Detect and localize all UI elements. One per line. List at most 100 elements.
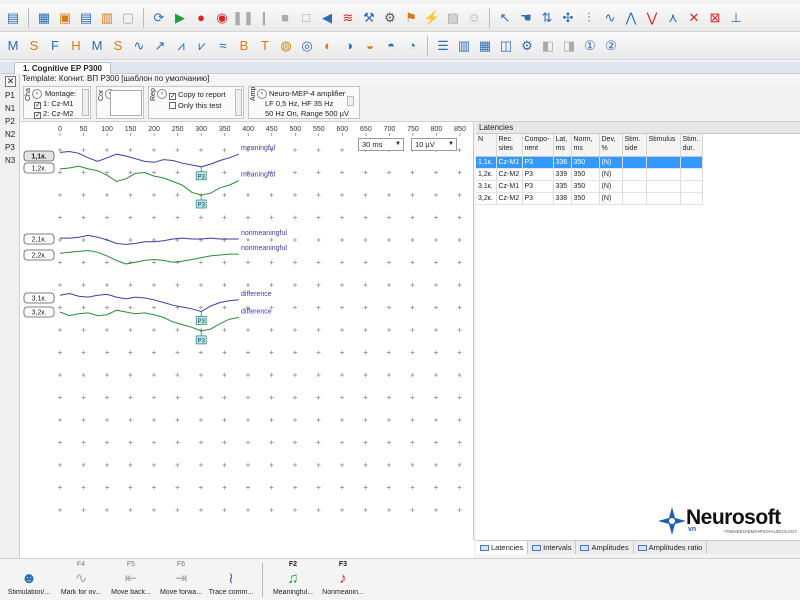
marker-f-icon[interactable]: F xyxy=(46,37,64,55)
record-icon[interactable]: ● xyxy=(192,9,210,27)
table-row[interactable]: 1,1к. Cz-M1 P3 336 350 (N) xyxy=(476,156,703,169)
wave-br-icon[interactable]: B xyxy=(235,37,253,55)
wave-tf-icon[interactable]: T xyxy=(256,37,274,55)
speaker-icon[interactable]: ◀ xyxy=(318,9,336,27)
chart-icon[interactable]: ▨ xyxy=(444,9,462,27)
col-n[interactable]: N xyxy=(476,134,497,157)
arrows-icon[interactable]: ⇅ xyxy=(538,9,556,27)
wave-a-icon[interactable]: ∿ xyxy=(130,37,148,55)
wave-b-icon[interactable]: ↗ xyxy=(151,37,169,55)
col-stim-dur[interactable]: Stim. dur. xyxy=(680,134,703,157)
wave-i-icon[interactable]: ◐ xyxy=(319,37,337,55)
col-lat[interactable]: Lat, ms xyxy=(553,134,572,157)
number-icon[interactable]: ① xyxy=(581,37,599,55)
montage-prev-button[interactable]: ‹ xyxy=(32,89,42,99)
cross-icon[interactable]: ✣ xyxy=(559,9,577,27)
tools-icon[interactable]: ⚑ xyxy=(402,9,420,27)
wave-d-icon[interactable]: ⩗ xyxy=(193,37,211,55)
component-label-n1[interactable]: N1 xyxy=(5,104,15,113)
stimulus-icon[interactable]: ◉ xyxy=(213,9,231,27)
page2-icon[interactable]: ◨ xyxy=(560,37,578,55)
col-dev[interactable]: Dev, % xyxy=(599,134,623,157)
wave3-icon[interactable]: ⋀ xyxy=(622,9,640,27)
move-forward-button[interactable]: F6 ⇥ Move forwa... xyxy=(156,561,206,596)
move-back-button[interactable]: F5 ⇤ Move back... xyxy=(106,561,156,596)
wave7-icon[interactable]: ⊠ xyxy=(706,9,724,27)
only-this-test-checkbox[interactable]: Only this test xyxy=(169,101,221,110)
save-icon[interactable]: ▤ xyxy=(77,9,95,27)
col-stim-side[interactable]: Stim. side xyxy=(622,134,647,157)
nonmeaningful-button[interactable]: F3 ♪ Nonmeanin... xyxy=(318,561,368,596)
table-row[interactable]: 3,1к. Cz-M1 P3 335 350 (N) xyxy=(476,180,703,193)
cursor-icon[interactable]: ↖ xyxy=(496,9,514,27)
pause-icon[interactable]: ❚❚ xyxy=(232,9,254,27)
component-label-p2[interactable]: P2 xyxy=(5,117,15,126)
wave5-icon[interactable]: ⋏ xyxy=(664,9,682,27)
copy-to-report-checkbox[interactable]: ✓ Copy to report xyxy=(169,90,226,100)
component-label-n3[interactable]: N3 xyxy=(5,156,15,165)
filter-icon[interactable]: ⚙ xyxy=(381,9,399,27)
amplifier-prev-button[interactable]: ‹ xyxy=(257,89,267,99)
ep-chart[interactable]: 0 50 100 150 200 250 300 350 400 450 500 550 600 650 7… xyxy=(20,122,474,540)
square-icon[interactable]: □ xyxy=(297,9,315,27)
print-icon[interactable]: ▥ xyxy=(98,9,116,27)
wave4-icon[interactable]: ⋁ xyxy=(643,9,661,27)
settings-icon[interactable]: ⚙ xyxy=(518,37,536,55)
sensitivity-dropdown[interactable]: 10 µV ▼ xyxy=(411,138,457,151)
mark-for-overlay-button[interactable]: F4 ∿ Mark for ov... xyxy=(56,561,106,596)
trace-comment-button[interactable]: ≀ Trace comm... xyxy=(206,561,256,596)
tab-amplitudes-ratio[interactable]: Amplitudes ratio xyxy=(634,541,708,554)
layout-icon[interactable]: ☰ xyxy=(434,37,452,55)
marker-s-icon[interactable]: S xyxy=(25,37,43,55)
wave-m-icon[interactable]: ◔ xyxy=(403,37,421,55)
hammer-icon[interactable]: ⚒ xyxy=(360,9,378,27)
tab-amplitudes[interactable]: Amplitudes xyxy=(576,541,634,554)
time-per-div-dropdown[interactable]: 30 ms ▼ xyxy=(358,138,404,151)
pointer-icon[interactable]: ☚ xyxy=(517,9,535,27)
component-label-p3[interactable]: P3 xyxy=(5,143,15,152)
montage-item-2[interactable]: ✓ 2: Cz-M2 xyxy=(34,109,73,119)
tab-intervals[interactable]: Intervals xyxy=(528,541,577,554)
marker-m2-icon[interactable]: M xyxy=(88,37,106,55)
flash-icon[interactable]: ⚡ xyxy=(423,9,441,27)
wave8-icon[interactable]: ⊥ xyxy=(727,9,745,27)
meaningful-button[interactable]: F2 ♫ Meaningful... xyxy=(268,561,318,596)
split-icon[interactable]: ◫ xyxy=(497,37,515,55)
wave2-icon[interactable]: ∿ xyxy=(601,9,619,27)
marker-s2-icon[interactable]: S xyxy=(109,37,127,55)
marker-m-icon[interactable]: M xyxy=(4,37,22,55)
wave-j-icon[interactable]: ◑ xyxy=(340,37,358,55)
wave6-icon[interactable]: ✕ xyxy=(685,9,703,27)
col-norm[interactable]: Norm, ms xyxy=(571,134,600,157)
tab-cognitive-ep-p300[interactable]: 1. Cognitive EP P300 xyxy=(14,62,111,74)
report-scrollbar[interactable] xyxy=(235,89,242,116)
number2-icon[interactable]: ② xyxy=(602,37,620,55)
disk-icon[interactable]: ▢ xyxy=(119,9,137,27)
tab-latencies[interactable]: Latencies xyxy=(476,541,529,554)
close-icon[interactable]: ✕ xyxy=(5,76,16,87)
col-stimulus[interactable]: Stimulus xyxy=(646,134,681,157)
pause2-icon[interactable]: ❙ xyxy=(255,9,273,27)
amplifier-scrollbar[interactable] xyxy=(347,96,354,106)
wave-g-icon[interactable]: ◍ xyxy=(277,37,295,55)
ep-chart-panel[interactable]: 0 50 100 150 200 250 300 350 400 450 500 550 600 650 7… xyxy=(20,122,474,540)
wave1-icon[interactable]: ⫶ xyxy=(580,9,598,27)
col-component[interactable]: Compo-nent xyxy=(522,134,554,157)
wave-c-icon[interactable]: ⩘ xyxy=(172,37,190,55)
col-rec-sites[interactable]: Rec. sites xyxy=(496,134,523,157)
box-icon[interactable]: ▣ xyxy=(56,9,74,27)
stimulation-button[interactable]: ☻ Stimulation/... xyxy=(4,561,54,596)
report-prev-button[interactable]: ‹ xyxy=(157,89,167,99)
page-icon[interactable]: ◧ xyxy=(539,37,557,55)
wave-e-icon[interactable]: ≈ xyxy=(214,37,232,55)
template-icon[interactable]: ▤ xyxy=(4,9,22,27)
wave-l-icon[interactable]: ◓ xyxy=(382,37,400,55)
montage-item-1[interactable]: ✓ 1: Cz-M1 xyxy=(34,99,73,109)
correction-box[interactable] xyxy=(110,90,142,116)
wave-k-icon[interactable]: ◒ xyxy=(361,37,379,55)
curve1-icon[interactable]: ≋ xyxy=(339,9,357,27)
open-icon[interactable]: ▦ xyxy=(35,9,53,27)
component-label-p1[interactable]: P1 xyxy=(5,91,15,100)
marker-h-icon[interactable]: H xyxy=(67,37,85,55)
stop-icon[interactable]: ■ xyxy=(276,9,294,27)
